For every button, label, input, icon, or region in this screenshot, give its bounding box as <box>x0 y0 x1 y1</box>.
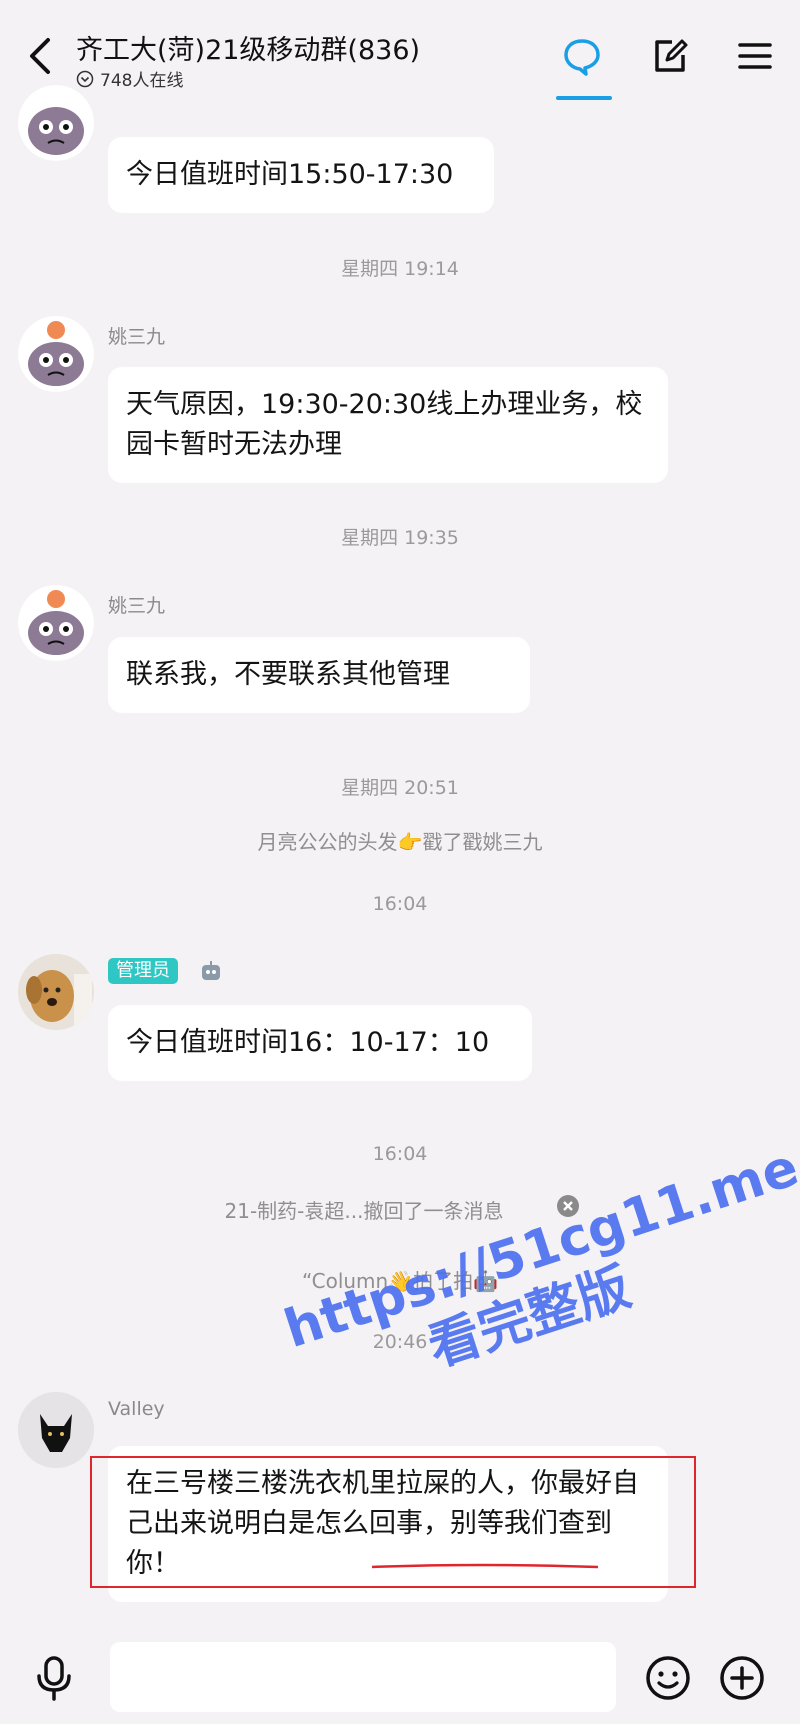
avatar-yaosanjiu[interactable] <box>18 585 94 661</box>
back-arrow-icon[interactable] <box>22 34 58 78</box>
avatar-valley[interactable] <box>18 1392 94 1468</box>
message-bubble[interactable]: 天气原因，19:30-20:30线上办理业务，校园卡暂时无法办理 <box>108 367 668 483</box>
message-input[interactable] <box>110 1642 616 1712</box>
chevron-circle-icon <box>76 70 94 87</box>
robot-icon <box>202 961 220 980</box>
chat-header: 齐工大(菏)21级移动群(836) 748人在线 <box>0 0 800 100</box>
avatar-cartoon-icon <box>18 585 94 661</box>
system-notice-poke: 月亮公公的头发👉戳了戳姚三九 <box>257 830 543 854</box>
message-bubble[interactable]: 今日值班时间15:50-17:30 <box>108 137 494 213</box>
avatar-yaosanjiu[interactable] <box>18 85 94 161</box>
online-count-label: 748人在线 <box>100 71 184 91</box>
tab-active-indicator <box>556 96 612 100</box>
avatar-dog-icon <box>18 954 94 1030</box>
message-bubble[interactable]: 联系我，不要联系其他管理 <box>108 637 530 713</box>
sender-name: Valley <box>108 1398 165 1420</box>
message-bubble[interactable]: 今日值班时间16：10-17：10 <box>108 1005 532 1081</box>
timestamp: 星期四 20:51 <box>341 777 459 799</box>
microphone-icon[interactable] <box>32 1654 76 1702</box>
timestamp: 16:04 <box>372 1143 428 1165</box>
emoji-icon[interactable] <box>644 1654 692 1702</box>
avatar-yaosanjiu[interactable] <box>18 316 94 392</box>
sender-name: 姚三九 <box>108 326 166 348</box>
online-count[interactable]: 748人在线 <box>76 66 183 91</box>
avatar-cartoon-icon <box>18 316 94 392</box>
plus-circle-icon[interactable] <box>718 1654 766 1702</box>
timestamp: 星期四 19:14 <box>341 258 459 280</box>
avatar-black-cat-icon <box>18 1392 94 1468</box>
sender-name: 姚三九 <box>108 595 166 617</box>
admin-badge: 管理员 <box>108 958 178 984</box>
timestamp: 16:04 <box>372 893 428 915</box>
chat-bubble-icon[interactable] <box>562 36 602 76</box>
avatar-cartoon-icon <box>18 85 94 161</box>
timestamp: 星期四 19:35 <box>341 527 459 549</box>
avatar-admin[interactable] <box>18 954 94 1030</box>
menu-icon[interactable] <box>735 36 775 76</box>
input-bar <box>0 1632 800 1724</box>
group-title[interactable]: 齐工大(菏)21级移动群(836) <box>76 28 420 67</box>
red-underline-mark <box>371 1563 599 1569</box>
edit-icon[interactable] <box>650 36 690 76</box>
